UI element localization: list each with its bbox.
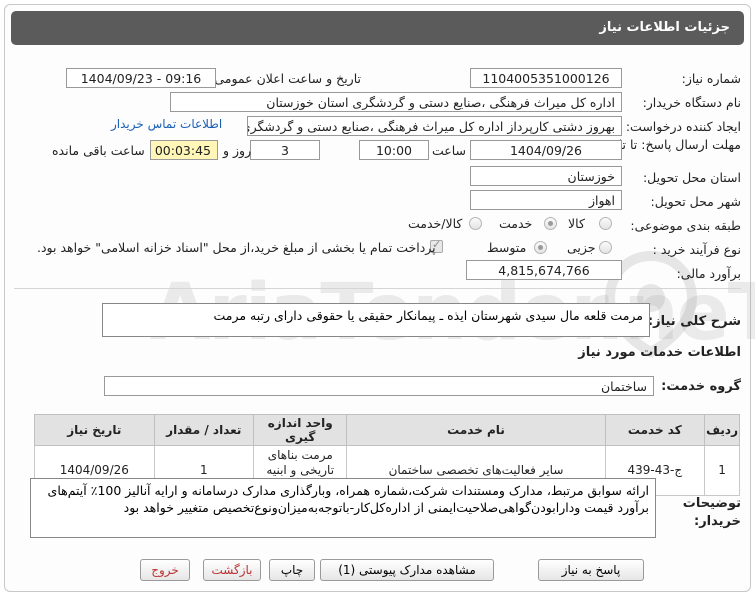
reply-button[interactable]: پاسخ به نیاز xyxy=(538,559,644,581)
category-radio-goods-service[interactable] xyxy=(469,217,482,230)
budget-field: 4,815,674,766 xyxy=(466,260,622,280)
buyer-notes-label: توضیحات خریدار: xyxy=(682,496,741,529)
days-remaining-field: 3 xyxy=(250,140,320,160)
buyer-org-field: اداره کل میراث فرهنگی ،صنایع دستی و گردش… xyxy=(170,92,622,112)
col-header-row-number: ردیف xyxy=(704,414,740,446)
category-option-goods-service: کالا/خدمت xyxy=(408,216,463,231)
col-header-quantity: تعداد / مقدار xyxy=(153,414,254,446)
days-label: روز و xyxy=(223,143,252,158)
purchase-type-option-minor: جزیی xyxy=(567,240,596,255)
services-section-title: اطلاعات خدمات مورد نیاز xyxy=(578,345,741,360)
deadline-time-label: ساعت xyxy=(432,143,467,158)
service-group-label: گروه خدمت: xyxy=(661,379,741,394)
purchase-type-label: نوع فرآیند خرید : xyxy=(652,242,741,257)
buyer-org-label: نام دستگاه خریدار: xyxy=(642,95,741,110)
creator-label: ایجاد کننده درخواست: xyxy=(625,119,741,134)
col-header-service-name: نام خدمت xyxy=(346,414,606,446)
page-title: جزئیات اطلاعات نیاز xyxy=(599,20,730,35)
city-field: اهواز xyxy=(470,190,622,210)
announce-datetime-label: تاریخ و ساعت اعلان عمومی: xyxy=(210,71,361,86)
deadline-time-field: 10:00 xyxy=(359,140,429,160)
budget-label: برآورد مالی: xyxy=(676,266,741,281)
buyer-contact-link[interactable]: اطلاعات تماس خریدار xyxy=(111,117,222,131)
category-label: طبقه بندی موضوعی: xyxy=(630,218,741,233)
category-radio-service[interactable] xyxy=(544,217,557,230)
buyer-notes-textarea[interactable]: ارائه سوابق مرتبط، مدارک ومستندات شرکت،ش… xyxy=(30,478,656,538)
remaining-time-field: 00:03:45 xyxy=(150,140,218,160)
summary-textarea[interactable]: مرمت قلعه مال سیدی شهرستان ایذه ـ پیمانک… xyxy=(102,303,650,337)
exit-button[interactable]: خروج xyxy=(140,559,190,581)
purchase-type-radio-minor[interactable] xyxy=(599,241,612,254)
table-header-row: ردیف کد خدمت نام خدمت واحد اندازه گیری ت… xyxy=(34,414,740,446)
announce-datetime-field: 1404/09/23 - 09:16 xyxy=(66,68,216,88)
need-number-field: 1104005351000126 xyxy=(470,68,622,88)
summary-label: شرح کلی نیاز: xyxy=(647,314,741,329)
creator-field: بهروز دشتی کارپرداز اداره کل میراث فرهنگ… xyxy=(247,116,622,136)
print-button[interactable]: چاپ xyxy=(269,559,315,581)
treasury-payment-note: پرداخت تمام یا بخشی از مبلغ خرید،از محل … xyxy=(37,240,436,255)
remaining-time-label: ساعت باقی مانده xyxy=(52,143,145,158)
province-field: خوزستان xyxy=(470,166,622,186)
category-option-service: خدمت xyxy=(499,216,533,231)
col-header-unit: واحد اندازه گیری xyxy=(252,414,348,446)
need-number-label: شماره نیاز: xyxy=(681,71,741,86)
back-button[interactable]: بازگشت xyxy=(203,559,261,581)
category-option-goods: کالا xyxy=(568,216,585,231)
purchase-type-radio-medium[interactable] xyxy=(534,241,547,254)
deadline-date-field: 1404/09/26 xyxy=(470,140,622,160)
panel-header: جزئیات اطلاعات نیاز xyxy=(11,11,744,45)
col-header-service-code: کد خدمت xyxy=(604,414,706,446)
col-header-need-date: تاریخ نیاز xyxy=(34,414,155,446)
province-label: استان محل تحویل: xyxy=(642,170,741,185)
purchase-type-option-medium: متوسط xyxy=(487,240,527,255)
cell-row-number: 1 xyxy=(704,445,740,496)
divider xyxy=(14,288,741,289)
view-attachments-button[interactable]: مشاهده مدارک پیوستی (1) xyxy=(320,559,494,581)
city-label: شهر محل تحویل: xyxy=(650,194,741,209)
category-radio-goods[interactable] xyxy=(599,217,612,230)
service-group-field: ساختمان xyxy=(104,376,654,396)
